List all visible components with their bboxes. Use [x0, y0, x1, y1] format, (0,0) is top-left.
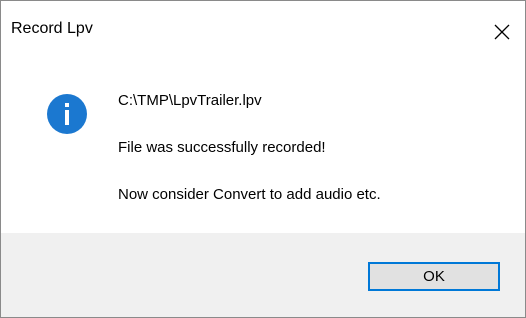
success-text: File was successfully recorded!: [118, 139, 326, 156]
close-icon: [494, 24, 510, 40]
button-bar: OK: [1, 233, 525, 317]
title-bar: Record Lpv: [1, 1, 525, 63]
window-title: Record Lpv: [11, 20, 93, 37]
close-button[interactable]: [479, 1, 525, 63]
message-content: C:\TMP\LpvTrailer.lpv File was successfu…: [1, 63, 525, 233]
hint-text: Now consider Convert to add audio etc.: [118, 186, 381, 203]
message-dialog: Record Lpv C:\TMP\LpvTrailer.lpv File wa…: [0, 0, 526, 318]
ok-button[interactable]: OK: [368, 262, 500, 291]
file-path-text: C:\TMP\LpvTrailer.lpv: [118, 92, 262, 109]
info-icon: [46, 93, 88, 135]
